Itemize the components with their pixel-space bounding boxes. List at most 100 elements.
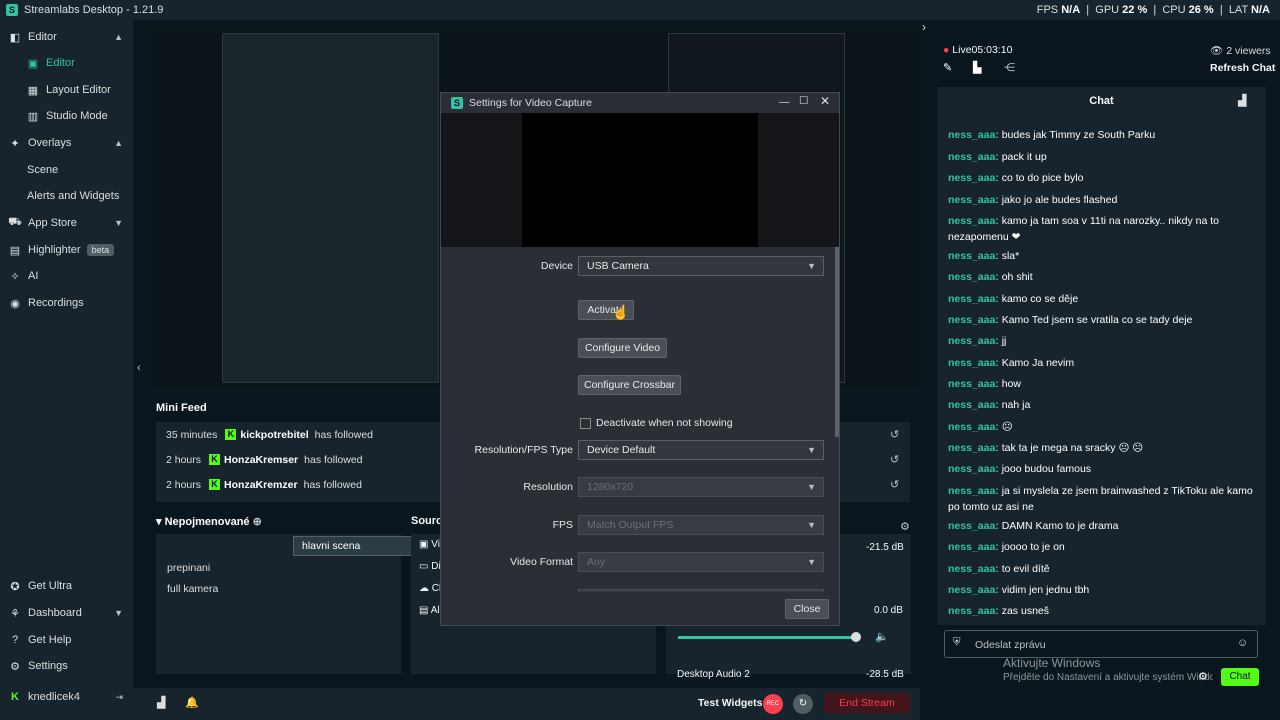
volume-slider-handle[interactable]: [851, 632, 861, 642]
test-widgets-button[interactable]: Test Widgets: [698, 697, 762, 709]
feed-time: 2 hours: [166, 478, 202, 491]
replay-icon[interactable]: ↺: [890, 428, 899, 441]
nav-studio-mode[interactable]: ▥ Studio Mode: [0, 103, 133, 129]
add-scene-icon[interactable]: ⊕: [253, 516, 262, 528]
nav-layout-editor[interactable]: ▦ Layout Editor: [0, 77, 133, 103]
emoji-icon[interactable]: ☺: [1237, 637, 1248, 649]
nav-editor-section[interactable]: ◧ Editor ▲: [0, 24, 133, 50]
source-item[interactable]: ▣ Vi: [419, 539, 440, 550]
source-item[interactable]: ▤ Al: [419, 605, 440, 616]
chat-username[interactable]: ness_aaa:: [948, 314, 999, 326]
mixer-channel-label: Desktop Audio 2: [677, 669, 750, 680]
nav-get-ultra[interactable]: ✪ Get Ultra: [0, 573, 133, 599]
feed-user: HonzaKremzer: [224, 478, 298, 491]
video-format-select[interactable]: Any ▼: [578, 552, 824, 572]
volume-slider[interactable]: [678, 636, 858, 639]
refresh-chat-button[interactable]: Refresh Chat: [1210, 62, 1275, 74]
feed-action: has followed: [303, 478, 362, 491]
close-icon[interactable]: ✕: [820, 94, 830, 108]
scene-item[interactable]: prepinani: [156, 557, 401, 578]
dialog-scrollbar[interactable]: [835, 247, 839, 592]
chat-send-button[interactable]: Chat: [1221, 668, 1259, 686]
nav-app-store[interactable]: ⛟ App Store ▼: [0, 210, 133, 236]
res-fps-type-select[interactable]: Device Default ▼: [578, 440, 824, 460]
chat-username[interactable]: ness_aaa:: [948, 605, 999, 617]
configure-crossbar-button[interactable]: Configure Crossbar: [578, 375, 681, 395]
nav-label: Highlighter: [28, 244, 81, 256]
source-item[interactable]: ▭ Di: [419, 561, 441, 572]
chat-username[interactable]: ness_aaa:: [948, 194, 999, 206]
chat-settings-gear-icon[interactable]: ⚙: [1198, 670, 1208, 683]
chat-username[interactable]: ness_aaa:: [948, 335, 999, 347]
mixer-settings-gear-icon[interactable]: ⚙: [900, 520, 910, 533]
chevron-left-icon[interactable]: ‹: [137, 362, 141, 374]
chat-username[interactable]: ness_aaa:: [948, 357, 999, 369]
nav-recordings[interactable]: ◉ Recordings: [0, 290, 133, 316]
kick-icon: K: [209, 454, 221, 465]
chat-username[interactable]: ness_aaa:: [948, 485, 999, 497]
nav-account[interactable]: Kknedlicek4 ⇥: [0, 684, 133, 710]
chat-username[interactable]: ness_aaa:: [948, 442, 999, 454]
chat-username[interactable]: ness_aaa:: [948, 129, 999, 141]
pencil-icon[interactable]: ✎: [943, 61, 952, 74]
replay-icon[interactable]: ↺: [890, 478, 899, 491]
chat-input[interactable]: ⛨ Odeslat zprávu ☺: [944, 630, 1258, 658]
share-icon[interactable]: ⋲: [1004, 61, 1015, 74]
chat-message: ness_aaa: jooo budou famous: [948, 461, 1258, 477]
scene-collection-title[interactable]: ▾ Nepojmenované ⊕: [156, 515, 262, 528]
copy-icon[interactable]: ▙: [973, 61, 981, 74]
next-property-select[interactable]: [578, 589, 824, 592]
chat-username[interactable]: ness_aaa:: [948, 151, 999, 163]
stats-icon[interactable]: ▟: [157, 696, 165, 709]
device-select[interactable]: USB Camera ▼: [578, 256, 824, 276]
nav-label: Layout Editor: [46, 84, 111, 96]
dialog-properties: Device USB Camera ▼ Activate Configure Vi…: [441, 247, 839, 592]
nav-editor[interactable]: ▣ Editor: [0, 50, 133, 76]
chevron-right-icon[interactable]: ›: [922, 20, 926, 34]
chat-username[interactable]: ness_aaa:: [948, 378, 999, 390]
record-button[interactable]: REC: [763, 694, 783, 714]
chat-username[interactable]: ness_aaa:: [948, 563, 999, 575]
configure-video-button[interactable]: Configure Video: [578, 338, 667, 358]
scene-item[interactable]: full kamera: [156, 578, 401, 599]
nav-highlighter[interactable]: ▤ Highlighter beta: [0, 237, 133, 263]
nav-dashboard[interactable]: ⚘ Dashboard ▼: [0, 600, 133, 626]
bell-icon[interactable]: 🔔: [185, 696, 199, 709]
chat-username[interactable]: ness_aaa:: [948, 271, 999, 283]
chat-username[interactable]: ness_aaa:: [948, 463, 999, 475]
chat-username[interactable]: ness_aaa:: [948, 172, 999, 184]
minifeed-title: Mini Feed: [156, 402, 207, 414]
resolution-select[interactable]: 1280x720 ▼: [578, 477, 824, 497]
nav-settings[interactable]: ⚙ Settings: [0, 653, 133, 679]
live-label: Live: [952, 44, 972, 56]
replay-buffer-icon[interactable]: ↻: [793, 694, 813, 714]
speaker-icon[interactable]: 🔈: [875, 630, 889, 643]
chat-username[interactable]: ness_aaa:: [948, 250, 999, 262]
chat-username[interactable]: ness_aaa:: [948, 584, 999, 596]
chat-header-title: Chat: [1089, 95, 1114, 107]
chat-username[interactable]: ness_aaa:: [948, 520, 999, 532]
chat-username[interactable]: ness_aaa:: [948, 293, 999, 305]
dialog-titlebar: S Settings for Video Capture — ☐ ✕: [441, 93, 839, 113]
dialog-close-button[interactable]: Close: [785, 599, 829, 619]
fps-select[interactable]: Match Output FPS ▼: [578, 515, 824, 535]
chat-stats-icon[interactable]: ▟: [1238, 94, 1246, 107]
chat-username[interactable]: ness_aaa:: [948, 399, 999, 411]
chat-username[interactable]: ness_aaa:: [948, 421, 999, 433]
nav-alerts-widgets[interactable]: Alerts and Widgets: [0, 183, 133, 209]
studio-icon: ▥: [27, 110, 39, 123]
chat-username[interactable]: ness_aaa:: [948, 215, 999, 227]
deactivate-checkbox[interactable]: [580, 418, 591, 429]
end-stream-button[interactable]: End Stream: [824, 693, 910, 713]
chat-username[interactable]: ness_aaa:: [948, 541, 999, 553]
minimize-icon[interactable]: —: [779, 96, 790, 108]
nav-get-help[interactable]: ? Get Help: [0, 627, 133, 653]
source-item[interactable]: ☁ Cl: [419, 583, 441, 594]
maximize-icon[interactable]: ☐: [799, 95, 808, 107]
dialog-scrollbar-thumb[interactable]: [835, 247, 839, 437]
nav-scene[interactable]: Scene: [0, 157, 133, 183]
nav-ai[interactable]: ✧ AI: [0, 263, 133, 289]
replay-icon[interactable]: ↺: [890, 453, 899, 466]
dialog-title: Settings for Video Capture: [469, 97, 592, 109]
nav-overlays[interactable]: ✦ Overlays ▲: [0, 130, 133, 156]
